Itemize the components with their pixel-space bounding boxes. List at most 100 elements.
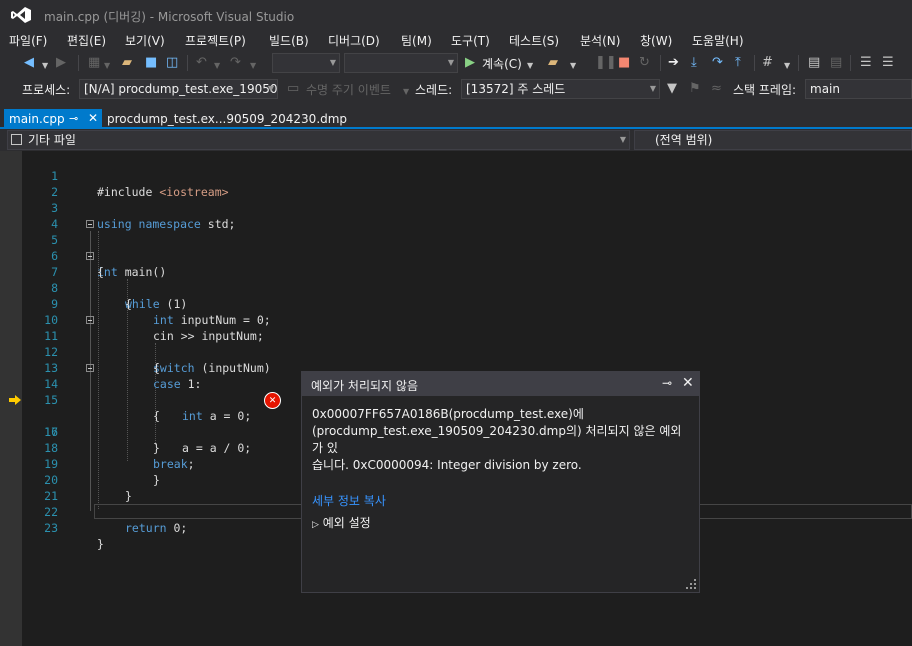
- close-tab-icon[interactable]: ✕: [88, 111, 98, 125]
- save-all-icon[interactable]: ◫: [166, 55, 178, 71]
- undo-dropdown-icon[interactable]: ▼: [214, 58, 220, 74]
- exception-message-line: 0x00007FF657A0186B(procdump_test.exe)에: [312, 407, 584, 421]
- lifecycle-dropdown-icon[interactable]: ▼: [403, 84, 409, 100]
- menu-debug[interactable]: 디버그(D): [328, 32, 380, 49]
- pin-tab-icon[interactable]: ⊸: [69, 112, 78, 125]
- file-icon: [11, 134, 22, 145]
- thread-combo[interactable]: [13572] 주 스레드 ▼: [461, 79, 660, 99]
- hex-display-icon[interactable]: #: [762, 55, 773, 71]
- continue-button[interactable]: 계속(C): [482, 55, 522, 72]
- debug-location-toolbar: 프로세스: [N/A] procdump_test.exe_190509 ▼ ▭…: [0, 76, 912, 102]
- redo-icon[interactable]: ↷: [230, 55, 241, 71]
- document-tab-bar: main.cpp ⊸ ✕ procdump_test.ex...90509_20…: [0, 102, 912, 129]
- step-out-icon[interactable]: ⤒: [735, 55, 741, 71]
- lifecycle-events-label[interactable]: 수명 주기 이벤트: [306, 81, 391, 98]
- bookmark-next-icon[interactable]: ▤: [830, 55, 842, 71]
- menu-test[interactable]: 테스트(S): [509, 32, 559, 49]
- uncomment-icon[interactable]: ☰: [882, 55, 894, 71]
- menu-analyze[interactable]: 분석(N): [580, 32, 620, 49]
- code-text: }: [97, 537, 104, 551]
- redo-dropdown-icon[interactable]: ▼: [250, 58, 256, 74]
- menu-file[interactable]: 파일(F): [9, 32, 47, 49]
- error-icon[interactable]: ✕: [264, 392, 281, 409]
- back-icon[interactable]: ◀: [24, 55, 34, 71]
- code-text: return: [125, 521, 167, 535]
- show-threads-icon[interactable]: ≈: [711, 81, 722, 97]
- menu-team[interactable]: 팀(M): [401, 32, 432, 49]
- step-into-icon[interactable]: ⤓: [691, 55, 697, 71]
- browse-dropdown-icon[interactable]: ▼: [570, 58, 576, 74]
- standard-toolbar: ◀ ▼ ▶ ▦ ▼ ▰ ■ ◫ ↶ ▼ ↷ ▼ ▼ ▼ ▶ 계속(C) ▼ ▰ …: [0, 50, 912, 76]
- code-line: 11 switch (inputNum): [0, 312, 912, 375]
- scope-combo[interactable]: (전역 범위): [634, 130, 912, 150]
- lifecycle-events-icon[interactable]: ▭: [287, 81, 299, 97]
- code-line: 9 int inputNum = 0;: [0, 280, 912, 327]
- project-combo-value: 기타 파일: [28, 133, 76, 147]
- code-line: 3 using namespace std;: [0, 184, 912, 231]
- code-line: 7 while (1): [0, 248, 912, 311]
- collapse-icon[interactable]: [86, 252, 94, 260]
- show-next-statement-icon[interactable]: ➔: [668, 55, 679, 71]
- comment-icon[interactable]: ☰: [860, 55, 872, 71]
- exception-popup-title: 예외가 처리되지 않음: [311, 379, 418, 393]
- tab-main-cpp-label: main.cpp: [9, 112, 65, 126]
- new-project-icon[interactable]: ▦: [88, 55, 100, 71]
- current-statement-arrow-icon: [9, 395, 21, 405]
- close-icon[interactable]: ✕: [682, 375, 694, 391]
- stack-frame-combo[interactable]: main: [805, 79, 912, 99]
- exception-message: 0x00007FF657A0186B(procdump_test.exe)에 (…: [312, 406, 692, 474]
- stop-icon[interactable]: ■: [618, 55, 630, 71]
- forward-icon[interactable]: ▶: [56, 55, 66, 71]
- filter-thread-icon[interactable]: ▼: [667, 81, 677, 97]
- step-over-icon[interactable]: ↷: [712, 55, 723, 71]
- code-line: 13 case 1:: [0, 344, 912, 391]
- thread-label: 스레드:: [415, 83, 453, 97]
- collapse-icon[interactable]: [86, 364, 94, 372]
- title-bar: main.cpp (디버깅) - Microsoft Visual Studio: [0, 0, 912, 30]
- menu-tools[interactable]: 도구(T): [451, 32, 490, 49]
- menu-help[interactable]: 도움말(H): [692, 32, 744, 49]
- continue-play-icon[interactable]: ▶: [465, 55, 475, 71]
- scope-combo-value: (전역 범위): [655, 133, 713, 147]
- flag-thread-icon[interactable]: ⚑: [689, 81, 701, 97]
- menu-window[interactable]: 창(W): [640, 32, 672, 49]
- code-line: 5 int main(): [0, 216, 912, 279]
- tab-dump-file-label: procdump_test.ex...90509_204230.dmp: [107, 112, 348, 126]
- open-file-icon[interactable]: ▰: [122, 55, 132, 71]
- menu-build[interactable]: 빌드(B): [269, 32, 309, 49]
- back-dropdown-icon[interactable]: ▼: [42, 58, 48, 74]
- platform-combo[interactable]: ▼: [344, 53, 458, 73]
- pin-icon[interactable]: ⊸: [662, 376, 672, 390]
- save-icon[interactable]: ■: [145, 55, 157, 71]
- process-value: [N/A] procdump_test.exe_190509: [84, 82, 278, 96]
- tab-main-cpp[interactable]: main.cpp ⊸ ✕: [4, 109, 102, 129]
- expand-triangle-icon[interactable]: ▷: [312, 520, 319, 530]
- process-combo[interactable]: [N/A] procdump_test.exe_190509 ▼: [79, 79, 278, 99]
- stack-frame-value: main: [810, 82, 840, 96]
- window-title: main.cpp (디버깅) - Microsoft Visual Studio: [44, 10, 295, 24]
- exception-message-line: (procdump_test.exe_190509_204230.dmp의) 처…: [312, 424, 682, 455]
- menu-edit[interactable]: 편집(E): [67, 32, 106, 49]
- hex-dropdown-icon[interactable]: ▼: [784, 58, 790, 74]
- collapse-icon[interactable]: [86, 220, 94, 228]
- new-dropdown-icon[interactable]: ▼: [104, 58, 110, 74]
- menu-view[interactable]: 보기(V): [125, 32, 165, 49]
- stack-frame-label: 스택 프레임:: [733, 83, 797, 97]
- resize-grip-icon[interactable]: [686, 579, 696, 589]
- browse-target-icon[interactable]: ▰: [548, 55, 558, 71]
- restart-icon[interactable]: ↻: [639, 55, 650, 71]
- undo-icon[interactable]: ↶: [196, 55, 207, 71]
- menu-project[interactable]: 프로젝트(P): [185, 32, 246, 49]
- pause-icon[interactable]: ❚❚: [595, 55, 617, 71]
- bookmark-icon[interactable]: ▤: [808, 55, 820, 71]
- exception-settings-expander[interactable]: ▷ 예외 설정: [312, 514, 371, 531]
- project-combo[interactable]: 기타 파일 ▼: [7, 130, 630, 150]
- code-line: 4: [0, 200, 912, 231]
- line-number: 23: [44, 521, 58, 535]
- copy-details-link[interactable]: 세부 정보 복사: [312, 492, 386, 509]
- solution-config-combo[interactable]: ▼: [272, 53, 340, 73]
- continue-dropdown-icon[interactable]: ▼: [527, 58, 533, 74]
- tab-dump-file[interactable]: procdump_test.ex...90509_204230.dmp: [102, 109, 347, 129]
- collapse-icon[interactable]: [86, 316, 94, 324]
- code-line: 2: [0, 168, 912, 199]
